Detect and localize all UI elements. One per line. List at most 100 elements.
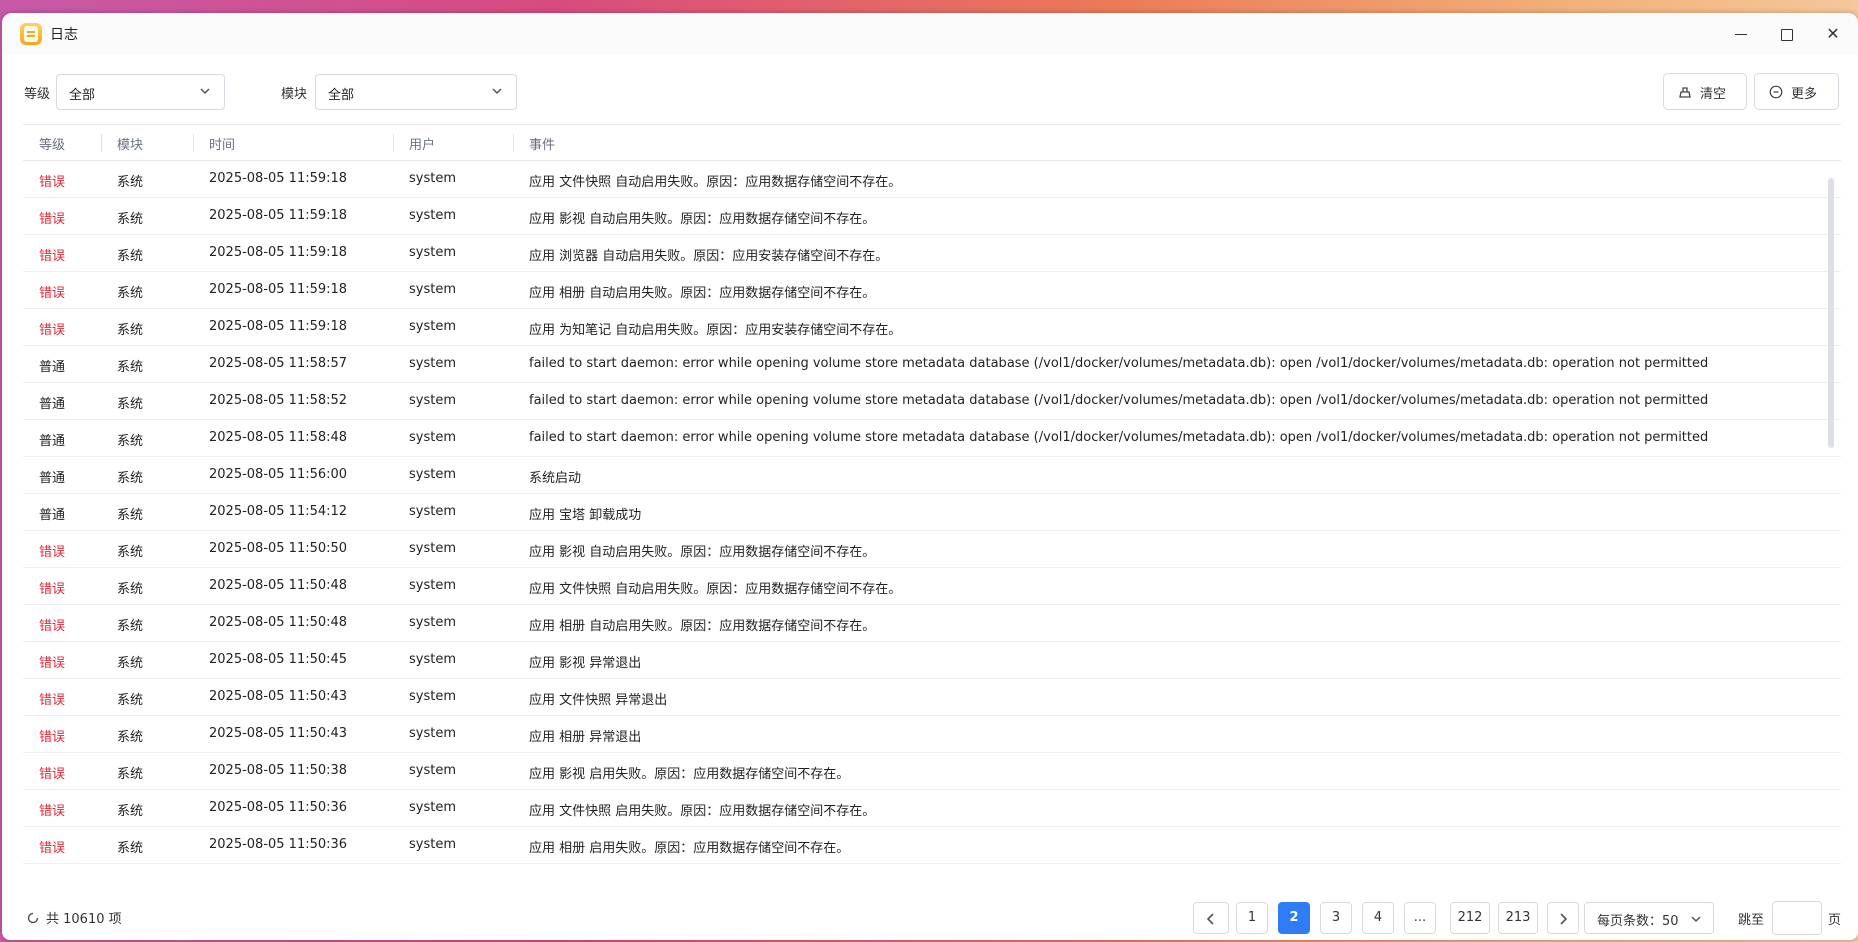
refresh-icon[interactable] <box>26 911 40 925</box>
module-select-value: 全部 <box>328 88 355 103</box>
page-button-2[interactable]: 2 <box>1278 902 1310 934</box>
table-row[interactable]: 错误 系统 2025-08-05 11:50:36 system 应用 相册 启用失败。… <box>23 827 1841 864</box>
module-cell: 系统 <box>117 212 144 227</box>
time-cell: 2025-08-05 11:58:52 <box>209 393 348 408</box>
page-suffix-label: 页 <box>1828 913 1842 928</box>
column-header-user[interactable]: 用户 <box>409 134 435 153</box>
table-row[interactable]: 错误 系统 2025-08-05 11:59:18 system 应用 影视 自动启用失… <box>23 198 1841 235</box>
page-size-select[interactable]: 每页条数：50 <box>1584 902 1714 934</box>
table-row[interactable]: 错误 系统 2025-08-05 11:50:36 system 应用 文件快照 启用失… <box>23 790 1841 827</box>
event-cell: failed to start daemon: error while open… <box>529 356 1709 371</box>
table-row[interactable]: 错误 系统 2025-08-05 11:50:50 system 应用 影视 自动启用失… <box>23 531 1841 568</box>
log-window: 日志 ✕ 等级 全部 模块 全部 清空 更多 等级 模块 时间 用户 事件 错误… <box>2 13 1858 940</box>
event-cell: 应用 相册 启用失败。原因：应用数据存储空间不存在。 <box>529 841 850 856</box>
page-button-213[interactable]: 213 <box>1498 902 1538 934</box>
module-cell: 系统 <box>117 397 144 412</box>
module-cell: 系统 <box>117 175 144 190</box>
column-header-module[interactable]: 模块 <box>117 134 143 153</box>
event-cell: 应用 浏览器 自动启用失败。原因：应用安装存储空间不存在。 <box>529 249 889 264</box>
event-cell: 应用 影视 异常退出 <box>529 656 642 671</box>
title-bar: 日志 ✕ <box>2 13 1858 55</box>
page-button-4[interactable]: 4 <box>1362 902 1394 934</box>
jump-page-input[interactable] <box>1772 901 1822 935</box>
table-row[interactable]: 普通 系统 2025-08-05 11:56:00 system 系统启动 <box>23 457 1841 494</box>
user-cell: system <box>409 430 456 445</box>
total-count: 共 10610 项 <box>46 912 122 927</box>
page-button-212[interactable]: 212 <box>1450 902 1490 934</box>
event-cell: 应用 相册 异常退出 <box>529 730 642 745</box>
user-cell: system <box>409 578 456 593</box>
prev-page-button[interactable] <box>1193 902 1229 934</box>
close-button[interactable]: ✕ <box>1820 21 1846 47</box>
table-row[interactable]: 错误 系统 2025-08-05 11:59:18 system 应用 为知笔记 自动启… <box>23 309 1841 346</box>
more-button[interactable]: 更多 <box>1754 73 1839 110</box>
chevron-left-icon <box>1206 913 1214 925</box>
user-cell: system <box>409 467 456 482</box>
next-page-button[interactable] <box>1547 902 1579 934</box>
chevron-right-icon <box>1560 913 1568 925</box>
table-header: 等级 模块 时间 用户 事件 <box>23 124 1841 161</box>
column-header-event[interactable]: 事件 <box>529 134 555 153</box>
level-cell: 普通 <box>39 397 66 412</box>
level-select[interactable]: 全部 <box>56 74 225 110</box>
table-row[interactable]: 错误 系统 2025-08-05 11:50:38 system 应用 影视 启用失败。… <box>23 753 1841 790</box>
level-cell: 错误 <box>39 286 66 301</box>
user-cell: system <box>409 763 456 778</box>
table-row[interactable]: 错误 系统 2025-08-05 11:59:18 system 应用 相册 自动启用失… <box>23 272 1841 309</box>
maximize-icon <box>1781 28 1793 41</box>
user-cell: system <box>409 208 456 223</box>
user-cell: system <box>409 245 456 260</box>
table-row[interactable]: 普通 系统 2025-08-05 11:58:48 system failed to s… <box>23 420 1841 457</box>
column-divider <box>193 134 194 152</box>
table-row[interactable]: 错误 系统 2025-08-05 11:50:43 system 应用 相册 异常退出 <box>23 716 1841 753</box>
user-cell: system <box>409 652 456 667</box>
level-filter-label: 等级 <box>24 87 51 102</box>
event-cell: 应用 影视 启用失败。原因：应用数据存储空间不存在。 <box>529 767 850 782</box>
table-row[interactable]: 错误 系统 2025-08-05 11:50:48 system 应用 相册 自动启用失… <box>23 605 1841 642</box>
time-cell: 2025-08-05 11:58:57 <box>209 356 348 371</box>
table-row[interactable]: 错误 系统 2025-08-05 11:59:18 system 应用 浏览器 自动启用… <box>23 235 1841 272</box>
event-cell: 应用 文件快照 自动启用失败。原因：应用数据存储空间不存在。 <box>529 582 902 597</box>
chevron-down-icon <box>492 88 502 95</box>
module-cell: 系统 <box>117 730 144 745</box>
minimize-button[interactable] <box>1728 21 1754 47</box>
table-row[interactable]: 错误 系统 2025-08-05 11:59:18 system 应用 文件快照 自动启… <box>23 161 1841 198</box>
page-button-3[interactable]: 3 <box>1320 902 1352 934</box>
level-cell: 错误 <box>39 841 66 856</box>
page-ellipsis[interactable]: ... <box>1404 902 1436 934</box>
table-row[interactable]: 普通 系统 2025-08-05 11:58:52 system failed to s… <box>23 383 1841 420</box>
level-cell: 错误 <box>39 730 66 745</box>
table-row[interactable]: 错误 系统 2025-08-05 11:50:45 system 应用 影视 异常退出 <box>23 642 1841 679</box>
time-cell: 2025-08-05 11:56:00 <box>209 467 348 482</box>
level-cell: 错误 <box>39 804 66 819</box>
clear-button-label: 清空 <box>1700 87 1727 102</box>
time-cell: 2025-08-05 11:50:45 <box>209 652 348 667</box>
more-icon <box>1769 85 1783 99</box>
module-cell: 系统 <box>117 323 144 338</box>
table-scrollbar[interactable] <box>1828 178 1834 448</box>
user-cell: system <box>409 541 456 556</box>
event-cell: 应用 相册 自动启用失败。原因：应用数据存储空间不存在。 <box>529 286 876 301</box>
maximize-button[interactable] <box>1774 21 1800 47</box>
event-cell: 应用 文件快照 异常退出 <box>529 693 668 708</box>
more-button-label: 更多 <box>1791 87 1818 102</box>
column-header-level[interactable]: 等级 <box>39 134 65 153</box>
event-cell: 应用 影视 自动启用失败。原因：应用数据存储空间不存在。 <box>529 545 876 560</box>
broom-icon <box>1679 87 1691 98</box>
user-cell: system <box>409 800 456 815</box>
table-row[interactable]: 普通 系统 2025-08-05 11:54:12 system 应用 宝塔 卸载成功 <box>23 494 1841 531</box>
module-cell: 系统 <box>117 656 144 671</box>
module-select[interactable]: 全部 <box>315 74 517 110</box>
time-cell: 2025-08-05 11:59:18 <box>209 171 348 186</box>
user-cell: system <box>409 837 456 852</box>
chevron-down-icon <box>1691 916 1701 923</box>
clear-button[interactable]: 清空 <box>1663 73 1747 110</box>
level-cell: 错误 <box>39 656 66 671</box>
table-row[interactable]: 普通 系统 2025-08-05 11:58:57 system failed to s… <box>23 346 1841 383</box>
table-row[interactable]: 错误 系统 2025-08-05 11:50:43 system 应用 文件快照 异常退… <box>23 679 1841 716</box>
level-select-value: 全部 <box>69 88 96 103</box>
user-cell: system <box>409 319 456 334</box>
table-row[interactable]: 错误 系统 2025-08-05 11:50:48 system 应用 文件快照 自动启… <box>23 568 1841 605</box>
column-header-time[interactable]: 时间 <box>209 134 235 153</box>
page-button-1[interactable]: 1 <box>1236 902 1268 934</box>
